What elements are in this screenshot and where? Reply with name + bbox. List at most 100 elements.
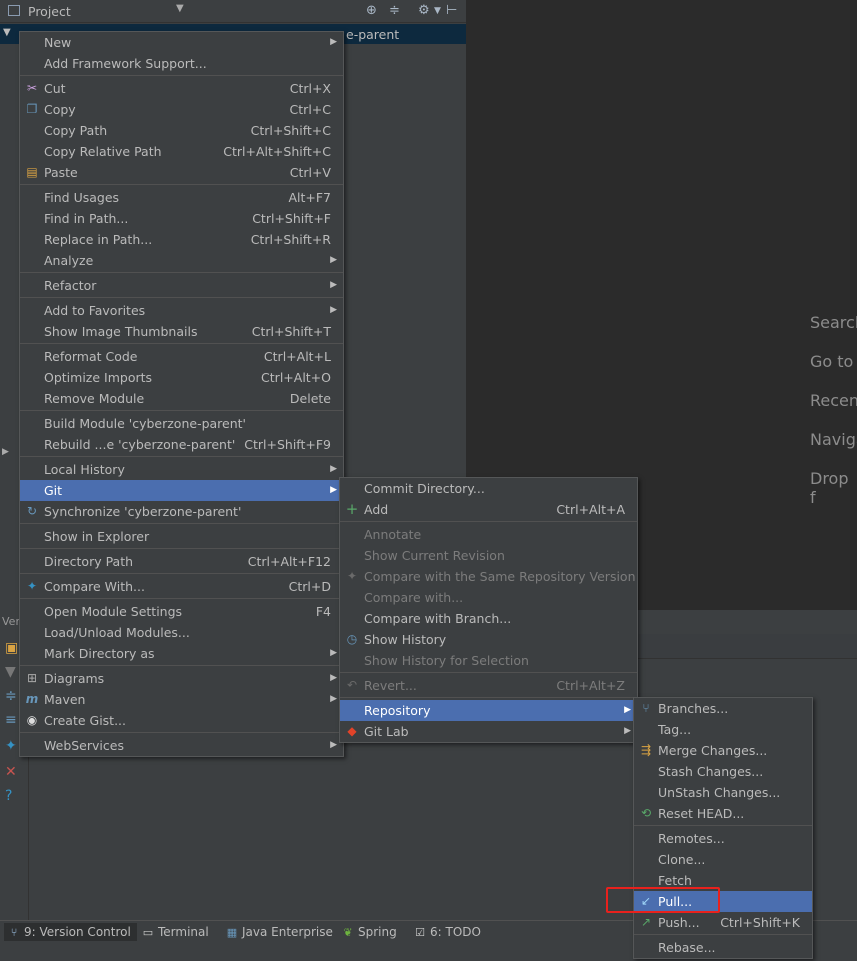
maven-icon: m bbox=[25, 692, 39, 706]
menu-item-clone[interactable]: Clone... bbox=[634, 849, 812, 870]
menu-item-add[interactable]: + Add Ctrl+Alt+A bbox=[340, 499, 637, 520]
menu-item-compare-same-repository-version[interactable]: ✦ Compare with the Same Repository Versio… bbox=[340, 566, 637, 587]
menu-item-remove-module[interactable]: Remove Module Delete bbox=[20, 388, 343, 409]
menu-item-label: Copy Path bbox=[44, 123, 108, 138]
menu-item-rebase[interactable]: Rebase... bbox=[634, 937, 812, 958]
menu-item-open-module-settings[interactable]: Open Module Settings F4 bbox=[20, 601, 343, 622]
tab-terminal[interactable]: ▭ Terminal bbox=[138, 923, 215, 941]
close-icon[interactable]: ✕ bbox=[5, 764, 17, 780]
menu-item-build-module[interactable]: Build Module 'cyberzone-parent' bbox=[20, 413, 343, 434]
menu-item-optimize-imports[interactable]: Optimize Imports Ctrl+Alt+O bbox=[20, 367, 343, 388]
menu-item-new[interactable]: New ▶ bbox=[20, 32, 343, 53]
menu-item-reformat-code[interactable]: Reformat Code Ctrl+Alt+L bbox=[20, 346, 343, 367]
menu-item-maven[interactable]: m Maven ▶ bbox=[20, 689, 343, 710]
project-header: Project ▼ ⊕ ≑ ⚙ ▼ ⊢ bbox=[0, 0, 466, 23]
tab-todo[interactable]: ☑ 6: TODO bbox=[410, 923, 487, 941]
diff-icon[interactable]: ✦ bbox=[5, 738, 17, 754]
menu-item-add-framework-support[interactable]: Add Framework Support... bbox=[20, 53, 343, 74]
menu-item-git-lab[interactable]: ◆ Git Lab ▶ bbox=[340, 721, 637, 742]
chevron-down-icon[interactable]: ▼ bbox=[176, 3, 184, 14]
menu-item-unstash-changes[interactable]: UnStash Changes... bbox=[634, 782, 812, 803]
menu-separator bbox=[20, 410, 343, 411]
menu-separator bbox=[20, 732, 343, 733]
menu-item-shortcut: Ctrl+Alt+L bbox=[263, 349, 331, 364]
play-arrow-icon[interactable]: ▶ bbox=[2, 447, 9, 457]
menu-item-diagrams[interactable]: ⊞ Diagrams ▶ bbox=[20, 668, 343, 689]
menu-item-copy-path[interactable]: Copy Path Ctrl+Shift+C bbox=[20, 120, 343, 141]
menu-item-label: Commit Directory... bbox=[364, 481, 485, 496]
menu-item-find-in-path[interactable]: Find in Path... Ctrl+Shift+F bbox=[20, 208, 343, 229]
menu-item-label: Compare With... bbox=[44, 579, 145, 594]
menu-item-paste[interactable]: ▤ Paste Ctrl+V bbox=[20, 162, 343, 183]
menu-item-label: Copy Relative Path bbox=[44, 144, 162, 159]
menu-item-show-history-for-selection[interactable]: Show History for Selection bbox=[340, 650, 637, 671]
changes-icon[interactable]: ▣ bbox=[5, 640, 18, 656]
menu-item-shortcut: Ctrl+V bbox=[289, 165, 331, 180]
help-icon[interactable]: ? bbox=[5, 788, 12, 804]
menu-item-label: Revert... bbox=[364, 678, 417, 693]
expand-icon[interactable]: ≡ bbox=[5, 712, 17, 728]
filter-icon[interactable]: ▼ bbox=[5, 664, 16, 680]
collapse-all-icon[interactable]: ≑ bbox=[389, 3, 400, 18]
menu-item-label: Show History bbox=[364, 632, 447, 647]
menu-item-tag[interactable]: Tag... bbox=[634, 719, 812, 740]
tree-expand-icon[interactable]: ▼ bbox=[3, 27, 11, 38]
menu-item-commit-directory[interactable]: Commit Directory... bbox=[340, 478, 637, 499]
hide-panel-icon[interactable]: ⊢ bbox=[446, 3, 457, 18]
project-title[interactable]: Project bbox=[28, 4, 71, 19]
menu-item-mark-directory-as[interactable]: Mark Directory as ▶ bbox=[20, 643, 343, 664]
menu-item-push[interactable]: ↗ Push... Ctrl+Shift+K bbox=[634, 912, 812, 933]
menu-item-create-gist[interactable]: ◉ Create Gist... bbox=[20, 710, 343, 731]
menu-item-copy[interactable]: ❐ Copy Ctrl+C bbox=[20, 99, 343, 120]
menu-item-refactor[interactable]: Refactor ▶ bbox=[20, 275, 343, 296]
menu-item-show-history[interactable]: ◷ Show History bbox=[340, 629, 637, 650]
menu-item-find-usages[interactable]: Find Usages Alt+F7 bbox=[20, 187, 343, 208]
menu-item-stash-changes[interactable]: Stash Changes... bbox=[634, 761, 812, 782]
menu-item-replace-in-path[interactable]: Replace in Path... Ctrl+Shift+R bbox=[20, 229, 343, 250]
menu-item-shortcut: Ctrl+Alt+F12 bbox=[247, 554, 331, 569]
menu-item-local-history[interactable]: Local History ▶ bbox=[20, 459, 343, 480]
menu-item-repository[interactable]: Repository ▶ bbox=[340, 700, 637, 721]
menu-item-merge-changes[interactable]: ⇶ Merge Changes... bbox=[634, 740, 812, 761]
tab-version-control[interactable]: ⑂ 9: Version Control bbox=[4, 923, 137, 941]
align-icon[interactable]: ≑ bbox=[5, 688, 17, 704]
menu-item-revert[interactable]: ↶ Revert... Ctrl+Alt+Z bbox=[340, 675, 637, 696]
menu-item-webservices[interactable]: WebServices ▶ bbox=[20, 735, 343, 756]
menu-item-show-in-explorer[interactable]: Show in Explorer bbox=[20, 526, 343, 547]
version-control-tab-label: Ver bbox=[2, 615, 20, 628]
menu-item-copy-relative-path[interactable]: Copy Relative Path Ctrl+Alt+Shift+C bbox=[20, 141, 343, 162]
menu-item-shortcut: Ctrl+Alt+Shift+C bbox=[223, 144, 331, 159]
menu-item-synchronize[interactable]: ↻ Synchronize 'cyberzone-parent' bbox=[20, 501, 343, 522]
menu-item-rebuild-module[interactable]: Rebuild ...e 'cyberzone-parent' Ctrl+Shif… bbox=[20, 434, 343, 455]
copy-icon: ❐ bbox=[26, 102, 38, 116]
menu-item-label: Show History for Selection bbox=[364, 653, 529, 668]
menu-item-remotes[interactable]: Remotes... bbox=[634, 828, 812, 849]
chevron-down-icon[interactable]: ▼ bbox=[434, 6, 441, 16]
tab-spring[interactable]: ❦ Spring bbox=[338, 923, 403, 941]
target-icon[interactable]: ⊕ bbox=[366, 3, 377, 18]
menu-item-git[interactable]: Git ▶ bbox=[20, 480, 343, 501]
menu-item-label: Show Image Thumbnails bbox=[44, 324, 198, 339]
menu-item-annotate[interactable]: Annotate bbox=[340, 524, 637, 545]
menu-item-show-current-revision[interactable]: Show Current Revision bbox=[340, 545, 637, 566]
menu-item-cut[interactable]: ✂ Cut Ctrl+X bbox=[20, 78, 343, 99]
menu-item-show-image-thumbnails[interactable]: Show Image Thumbnails Ctrl+Shift+T bbox=[20, 321, 343, 342]
menu-item-load-unload-modules[interactable]: Load/Unload Modules... bbox=[20, 622, 343, 643]
menu-item-label: Open Module Settings bbox=[44, 604, 183, 619]
menu-item-compare-with[interactable]: Compare with... bbox=[340, 587, 637, 608]
menu-item-reset-head[interactable]: ⟲ Reset HEAD... bbox=[634, 803, 812, 824]
gear-icon[interactable]: ⚙ bbox=[418, 3, 430, 18]
menu-item-label: Analyze bbox=[44, 253, 94, 268]
submenu-arrow-icon: ▶ bbox=[330, 648, 337, 658]
menu-separator bbox=[20, 297, 343, 298]
menu-item-label: Directory Path bbox=[44, 554, 134, 569]
menu-item-compare-with[interactable]: ✦ Compare With... Ctrl+D bbox=[20, 576, 343, 597]
menu-item-compare-with-branch[interactable]: Compare with Branch... bbox=[340, 608, 637, 629]
menu-item-branches[interactable]: ⑂ Branches... bbox=[634, 698, 812, 719]
menu-item-directory-path[interactable]: Directory Path Ctrl+Alt+F12 bbox=[20, 551, 343, 572]
menu-item-analyze[interactable]: Analyze ▶ bbox=[20, 250, 343, 271]
tab-java-enterprise[interactable]: ▦ Java Enterprise bbox=[222, 923, 339, 941]
menu-item-label: Compare with... bbox=[364, 590, 464, 605]
menu-item-label: Add to Favorites bbox=[44, 303, 146, 318]
menu-item-add-to-favorites[interactable]: Add to Favorites ▶ bbox=[20, 300, 343, 321]
